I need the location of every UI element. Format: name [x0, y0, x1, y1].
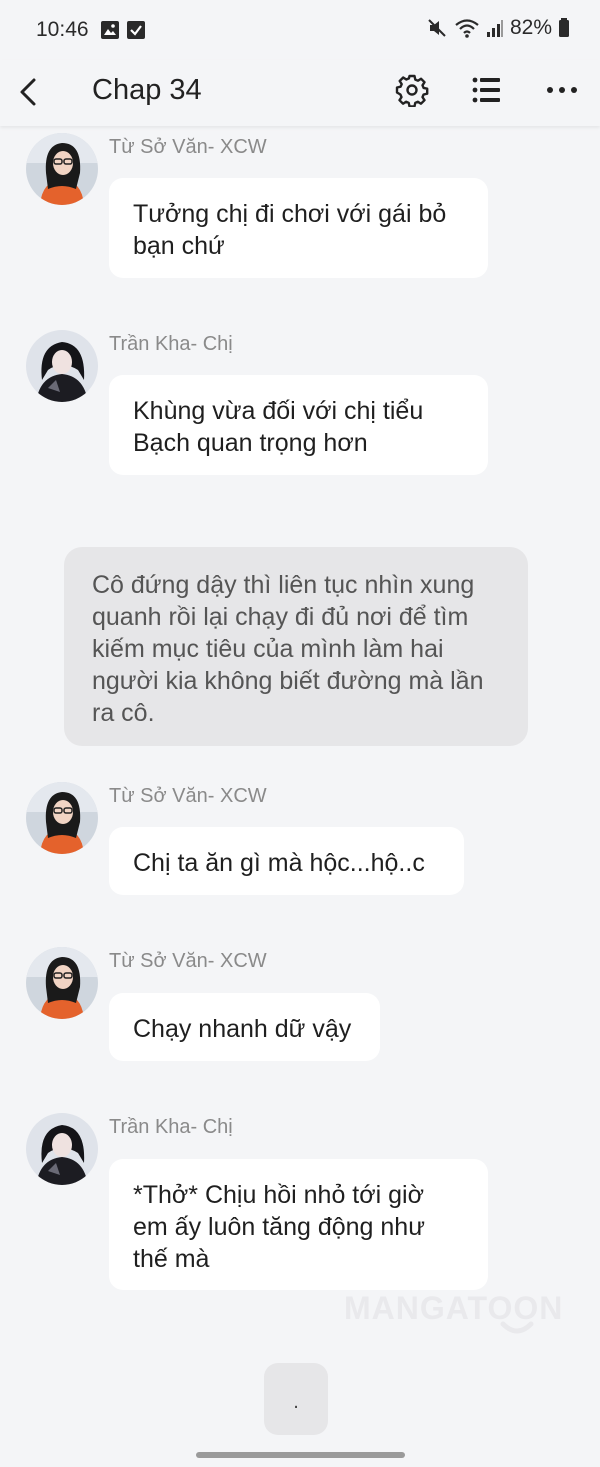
- avatar-tran-kha[interactable]: [26, 330, 98, 402]
- wifi-icon: [455, 19, 479, 38]
- watermark-smile-icon: [500, 1321, 534, 1334]
- message-bubble: Chạy nhanh dữ vậy: [109, 993, 380, 1061]
- avatar-tran-kha[interactable]: [26, 1113, 98, 1185]
- back-icon[interactable]: [14, 72, 44, 112]
- avatar-tu-so-van[interactable]: [26, 947, 98, 1019]
- gear-icon[interactable]: [395, 73, 429, 107]
- status-bar: 10:46 82%: [0, 0, 600, 60]
- avatar-tu-so-van[interactable]: [26, 782, 98, 854]
- signal-icon: [486, 20, 503, 37]
- check-icon: [127, 21, 145, 39]
- more-icon[interactable]: [544, 73, 580, 107]
- sender-name: Trần Kha- Chị: [109, 1116, 233, 1138]
- home-indicator[interactable]: [196, 1452, 405, 1458]
- battery-icon: [559, 18, 569, 37]
- avatar-tu-so-van[interactable]: [26, 133, 98, 205]
- message-bubble: Khùng vừa đối với chị tiểu Bạch quan trọ…: [109, 375, 488, 475]
- message-bubble: Chị ta ăn gì mà hộc...hộ..c: [109, 827, 464, 895]
- continue-button[interactable]: .: [264, 1363, 328, 1435]
- list-icon[interactable]: [470, 73, 504, 107]
- chapter-title: Chap 34: [92, 74, 202, 106]
- narration-bubble: Cô đứng dậy thì liên tục nhìn xung quanh…: [64, 547, 528, 746]
- continue-button-label: .: [293, 1391, 299, 1413]
- sender-name: Từ Sở Văn- XCW: [109, 950, 267, 972]
- battery-level: 82%: [509, 16, 552, 39]
- app-bar: Chap 34: [0, 60, 600, 126]
- mute-icon: [428, 19, 446, 37]
- message-bubble: Tưởng chị đi chơi với gái bỏ bạn chứ: [109, 178, 488, 278]
- sender-name: Trần Kha- Chị: [109, 333, 233, 355]
- sender-name: Từ Sở Văn- XCW: [109, 136, 267, 158]
- sender-name: Từ Sở Văn- XCW: [109, 785, 267, 807]
- status-indicators: 82%: [426, 16, 570, 40]
- image-icon: [101, 21, 119, 39]
- message-bubble: *Thở* Chịu hồi nhỏ tới giờ em ấy luôn tă…: [109, 1159, 488, 1290]
- status-time: 10:46: [36, 18, 89, 41]
